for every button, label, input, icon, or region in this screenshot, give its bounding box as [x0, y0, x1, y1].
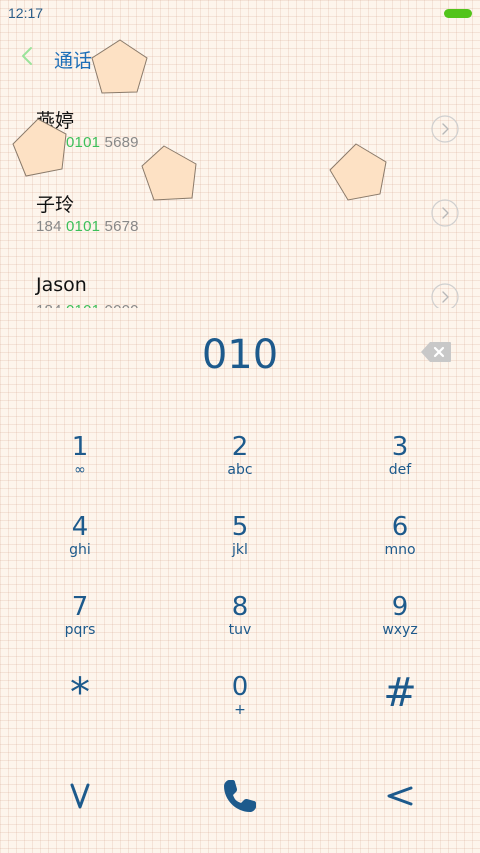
contact-row[interactable]: 子玲 184 0101 5678 [0, 180, 480, 264]
key-letters: + [234, 702, 246, 718]
key-digit: 8 [231, 592, 249, 622]
number-prefix: 184 [36, 302, 66, 308]
key-6[interactable]: 6 mno [320, 500, 480, 580]
key-1[interactable]: 1 ∞ [0, 420, 160, 500]
contact-list: 燕婷 184 0101 5689 子玲 184 0101 5678 Jason … [0, 96, 480, 308]
key-digit: 2 [231, 432, 249, 462]
key-digit: 5 [231, 512, 249, 542]
back-icon[interactable] [16, 44, 40, 68]
header: 通话 [0, 36, 480, 80]
star-decoration-icon [12, 118, 67, 177]
chevron-right-circle-icon[interactable] [431, 199, 459, 227]
key-3[interactable]: 3 def [320, 420, 480, 500]
contact-name: 子玲 [36, 194, 75, 216]
key-hash[interactable]: # [320, 660, 480, 740]
number-suffix: 5678 [100, 218, 139, 235]
contact-row[interactable]: 燕婷 184 0101 5689 [0, 96, 480, 180]
star-decoration-icon [329, 143, 387, 201]
voicemail-icon: ∞ [74, 462, 86, 478]
contact-row[interactable]: Jason 184 0101 0000 [0, 264, 480, 308]
key-star[interactable]: * [0, 660, 160, 740]
key-9[interactable]: 9 wxyz [320, 580, 480, 660]
contact-name: Jason [36, 274, 87, 296]
contact-number: 184 0101 0000 [36, 302, 139, 308]
star-decoration-icon [91, 39, 148, 94]
key-digit: 3 [391, 432, 409, 462]
number-prefix: 184 [36, 218, 66, 235]
collapse-keypad-button[interactable] [0, 760, 160, 832]
number-match: 0101 [66, 218, 101, 235]
phone-icon [224, 780, 256, 812]
key-digit: 4 [71, 512, 89, 542]
chevron-left-icon [387, 786, 413, 806]
key-letters: pqrs [64, 622, 96, 638]
key-letters: tuv [228, 622, 252, 638]
key-letters: abc [227, 462, 253, 478]
number-match: 0101 [66, 302, 100, 308]
chevron-right-circle-icon[interactable] [431, 115, 459, 143]
key-0[interactable]: 0 + [160, 660, 320, 740]
status-bar: 12:17 [0, 0, 480, 28]
menu-button[interactable] [320, 760, 480, 832]
key-letters: ghi [69, 542, 91, 558]
chevron-right-circle-icon[interactable] [431, 283, 459, 308]
key-digit: * [70, 670, 90, 716]
action-bar [0, 760, 480, 832]
key-digit: 6 [391, 512, 409, 542]
key-letters: wxyz [382, 622, 418, 638]
chevron-down-icon [70, 783, 90, 809]
key-digit: 0 [231, 672, 249, 702]
key-digit: 7 [71, 592, 89, 622]
battery-icon [444, 9, 472, 18]
status-time: 12:17 [8, 5, 44, 21]
number-suffix: 5689 [100, 134, 139, 151]
key-digit: 1 [71, 432, 89, 462]
key-digit: # [383, 670, 417, 716]
key-letters: mno [384, 542, 416, 558]
number-suffix: 0000 [100, 302, 139, 308]
key-5[interactable]: 5 jkl [160, 500, 320, 580]
dialed-number: 010 [201, 332, 279, 378]
call-button[interactable] [160, 760, 320, 832]
backspace-icon[interactable] [420, 341, 452, 363]
key-digit: 9 [391, 592, 409, 622]
keypad: 1 ∞ 2 abc 3 def 4 ghi 5 jkl 6 mno 7 pqrs… [0, 420, 480, 740]
key-8[interactable]: 8 tuv [160, 580, 320, 660]
key-letters: jkl [232, 542, 248, 558]
key-letters: def [388, 462, 412, 478]
key-2[interactable]: 2 abc [160, 420, 320, 500]
contact-number: 184 0101 5678 [36, 218, 139, 235]
key-4[interactable]: 4 ghi [0, 500, 160, 580]
star-decoration-icon [141, 145, 197, 201]
page-title: 通话 [54, 50, 93, 72]
key-7[interactable]: 7 pqrs [0, 580, 160, 660]
